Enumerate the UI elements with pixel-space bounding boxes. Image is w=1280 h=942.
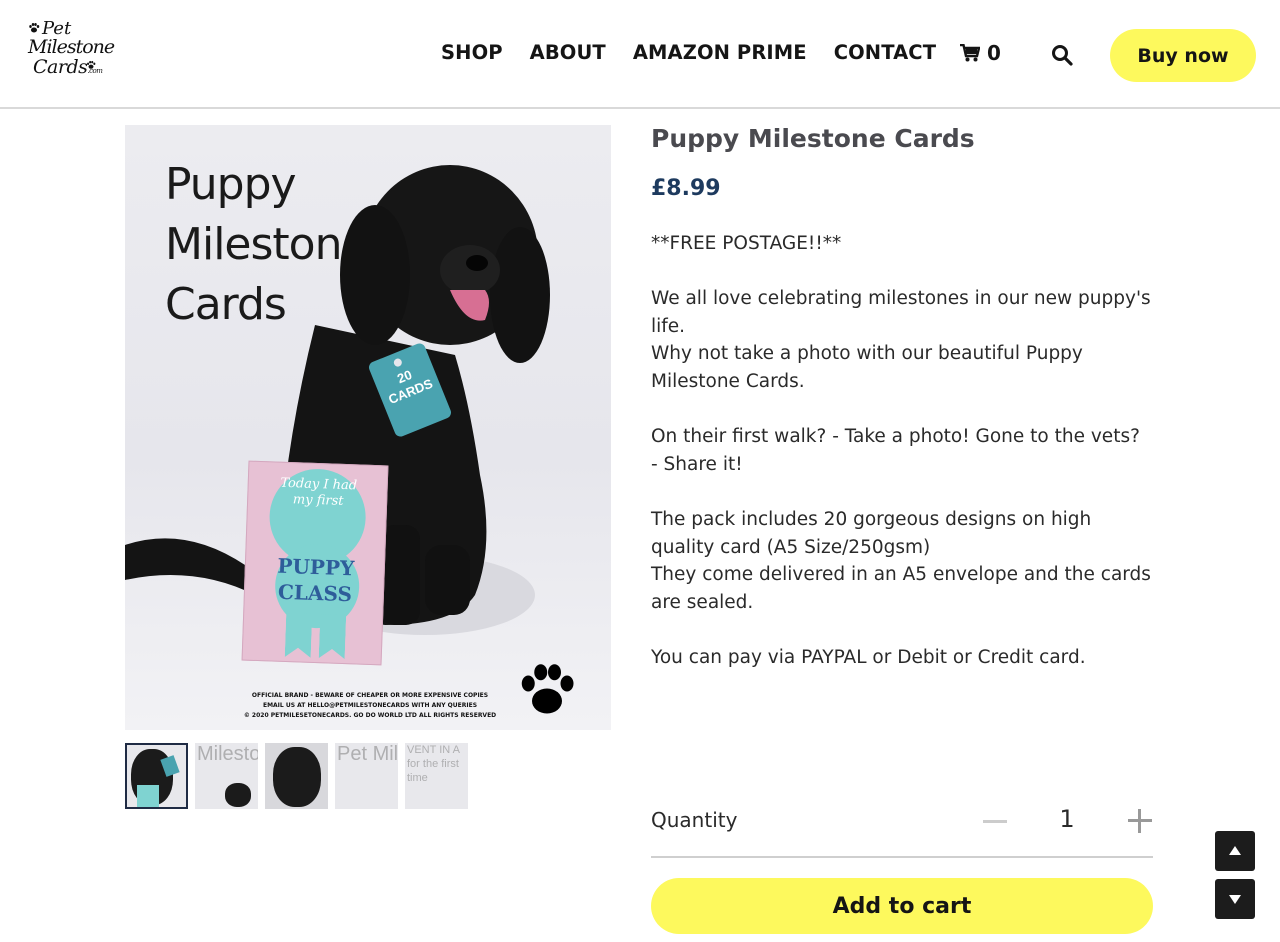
site-logo[interactable]: Pet Milestone Cards.com [26, 20, 115, 82]
arrow-down-icon [1229, 895, 1241, 904]
product-main-image[interactable]: Puppy Milestone Cards 20 CARDS Today I h… [125, 125, 611, 730]
milestone-card-preview: Today I had my first PUPPY CLASS [241, 460, 389, 666]
arrow-up-icon [1229, 846, 1241, 855]
cart-count: 0 [987, 41, 1001, 65]
nav-about[interactable]: ABOUT [530, 41, 606, 64]
image-footer: OFFICIAL BRAND - BEWARE OF CHEAPER OR MO… [235, 691, 505, 721]
description-line: They come delivered in an A5 envelope an… [651, 564, 1151, 613]
logo-line-3-text: Cards [33, 56, 88, 78]
product-title: Puppy Milestone Cards [651, 124, 975, 153]
quantity-decrease-button[interactable] [982, 807, 1008, 835]
image-footer-line: © 2020 PETMILESETONECARDS. GO DO WORLD L… [243, 712, 497, 719]
thumbnail-text: Milestone Cards [197, 743, 258, 765]
nav-shop[interactable]: SHOP [441, 41, 503, 64]
nav-contact[interactable]: CONTACT [834, 41, 936, 64]
quantity-label: Quantity [651, 808, 738, 832]
product-price: £8.99 [651, 176, 721, 201]
quantity-divider [651, 856, 1153, 858]
logo-line-2: Milestone [28, 36, 115, 58]
thumbnail-strip: Milestone Cards Pet Milestone Cards VENT… [125, 743, 468, 809]
scroll-up-button[interactable] [1215, 831, 1255, 871]
cart-icon [960, 44, 980, 62]
add-to-cart-button[interactable]: Add to cart [651, 878, 1153, 934]
paw-icon [29, 23, 40, 33]
description-gap [651, 258, 1151, 286]
paw-icon [521, 664, 574, 714]
thumbnail-card [137, 785, 159, 807]
description-line: On their first walk? - Take a photo! Gon… [651, 426, 1140, 475]
search-icon[interactable] [1050, 43, 1074, 67]
description-gap [651, 616, 1151, 644]
main-nav: SHOP ABOUT AMAZON PRIME CONTACT [441, 41, 936, 64]
nav-amazon-prime[interactable]: AMAZON PRIME [633, 41, 807, 64]
thumbnail-dog [273, 747, 321, 807]
cart-button[interactable]: 0 [960, 41, 1001, 65]
description-line: Why not take a photo with our beautiful … [651, 343, 1083, 392]
ribbon-tail-right [319, 614, 347, 659]
description-line: **FREE POSTAGE!!** [651, 233, 842, 254]
product-description: **FREE POSTAGE!!** We all love celebrati… [651, 230, 1151, 672]
thumbnail-3[interactable] [265, 743, 328, 809]
thumbnail-2[interactable]: Milestone Cards [195, 743, 258, 809]
image-footer-line: OFFICIAL BRAND - BEWARE OF CHEAPER OR MO… [251, 692, 489, 699]
thumbnail-5[interactable]: VENT IN A for the first time [405, 743, 468, 809]
description-gap [651, 478, 1151, 506]
paw-icon [87, 60, 96, 69]
image-footer-line: EMAIL US AT HELLO@PETMILESTONECARDS WITH… [262, 702, 478, 709]
buy-now-button[interactable]: Buy now [1110, 29, 1256, 82]
tag-hole [392, 357, 404, 368]
tag-text: 20 CARDS [386, 366, 435, 408]
site-header: Pet Milestone Cards.com SHOP ABOUT AMAZO… [0, 0, 1280, 109]
description-line: We all love celebrating milestones in ou… [651, 288, 1151, 337]
thumbnail-dog [225, 783, 251, 807]
description-line: The pack includes 20 gorgeous designs on… [651, 508, 1092, 558]
thumbnail-text: Pet Milestone Cards [337, 743, 398, 765]
card-main-text: PUPPY CLASS [277, 553, 355, 607]
thumbnail-4[interactable]: Pet Milestone Cards [335, 743, 398, 809]
thumbnail-text: VENT IN A for the first time [407, 744, 460, 784]
quantity-increase-button[interactable] [1127, 808, 1153, 834]
thumbnail-1[interactable] [125, 743, 188, 809]
ribbon-tail-left [285, 613, 313, 658]
description-line: You can pay via PAYPAL or Debit or Credi… [651, 646, 1086, 668]
quantity-input[interactable] [1048, 805, 1086, 833]
scroll-down-button[interactable] [1215, 879, 1255, 919]
description-gap [651, 396, 1151, 424]
